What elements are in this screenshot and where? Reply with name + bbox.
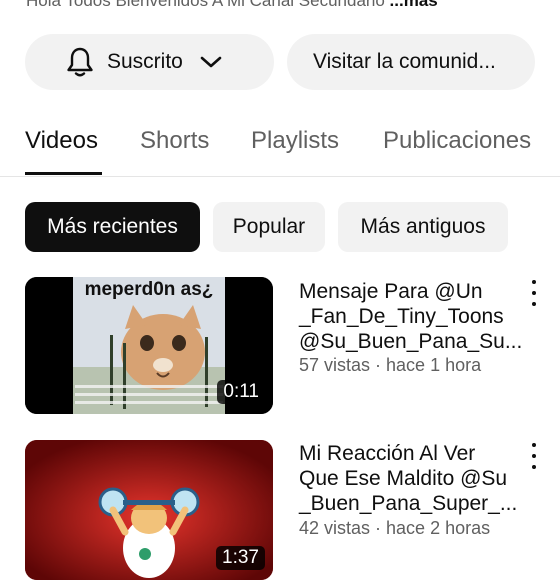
more-vert-icon[interactable] xyxy=(529,280,539,306)
visit-community-button[interactable]: Visitar la comunid... xyxy=(287,34,535,90)
tab-playlists[interactable]: Playlists xyxy=(251,127,339,155)
bell-icon xyxy=(65,46,95,78)
more-vert-icon[interactable] xyxy=(529,443,539,469)
video-title-line: Mensaje Para @Un xyxy=(299,280,483,303)
video-meta: 57 vistas · hace 1 hora xyxy=(299,355,482,375)
video-title[interactable]: Mensaje Para @Un _Fan_De_Tiny_Toons @Su_… xyxy=(299,279,523,354)
thumbnail-caption: meperd0n as¿ xyxy=(84,279,214,300)
video-title-line: _Fan_De_Tiny_Toons xyxy=(299,305,504,328)
more-link[interactable]: ...más xyxy=(390,0,438,10)
video-title-line: @Su_Buen_Pana_Su... xyxy=(299,330,523,353)
visit-community-label: Visitar la comunid... xyxy=(313,50,496,73)
video-duration: 0:11 xyxy=(217,380,265,404)
chip-mas-recientes[interactable]: Más recientes xyxy=(25,202,200,252)
video-title[interactable]: Mi Reacción Al Ver Que Ese Maldito @Su _… xyxy=(299,441,519,516)
video-duration: 1:37 xyxy=(216,546,265,570)
video-thumbnail[interactable]: meperd0n as¿ 0:11 xyxy=(25,277,273,414)
chip-popular[interactable]: Popular xyxy=(213,202,325,252)
channel-tabs: Videos Shorts Playlists Publicaciones xyxy=(0,120,560,177)
video-title-line: _Buen_Pana_Super_... xyxy=(299,492,518,515)
chevron-down-icon xyxy=(199,54,223,70)
active-tab-indicator xyxy=(25,172,102,175)
video-title-line: Que Ese Maldito @Su xyxy=(299,467,508,490)
tab-publicaciones[interactable]: Publicaciones xyxy=(383,127,531,155)
channel-description-text: Hola Todos Bienvenidos A Mi Canal Secund… xyxy=(26,0,385,10)
tab-videos[interactable]: Videos xyxy=(25,127,98,155)
subscribed-button[interactable]: Suscrito xyxy=(25,34,274,90)
subscribed-label: Suscrito xyxy=(107,50,183,73)
video-meta: 42 vistas · hace 2 horas xyxy=(299,518,491,538)
video-title-line: Mi Reacción Al Ver xyxy=(299,442,476,465)
chip-mas-antiguos[interactable]: Más antiguos xyxy=(338,202,508,252)
channel-description[interactable]: Hola Todos Bienvenidos A Mi Canal Secund… xyxy=(26,0,438,11)
video-thumbnail[interactable]: 1:37 xyxy=(25,440,273,580)
tab-shorts[interactable]: Shorts xyxy=(140,127,209,155)
